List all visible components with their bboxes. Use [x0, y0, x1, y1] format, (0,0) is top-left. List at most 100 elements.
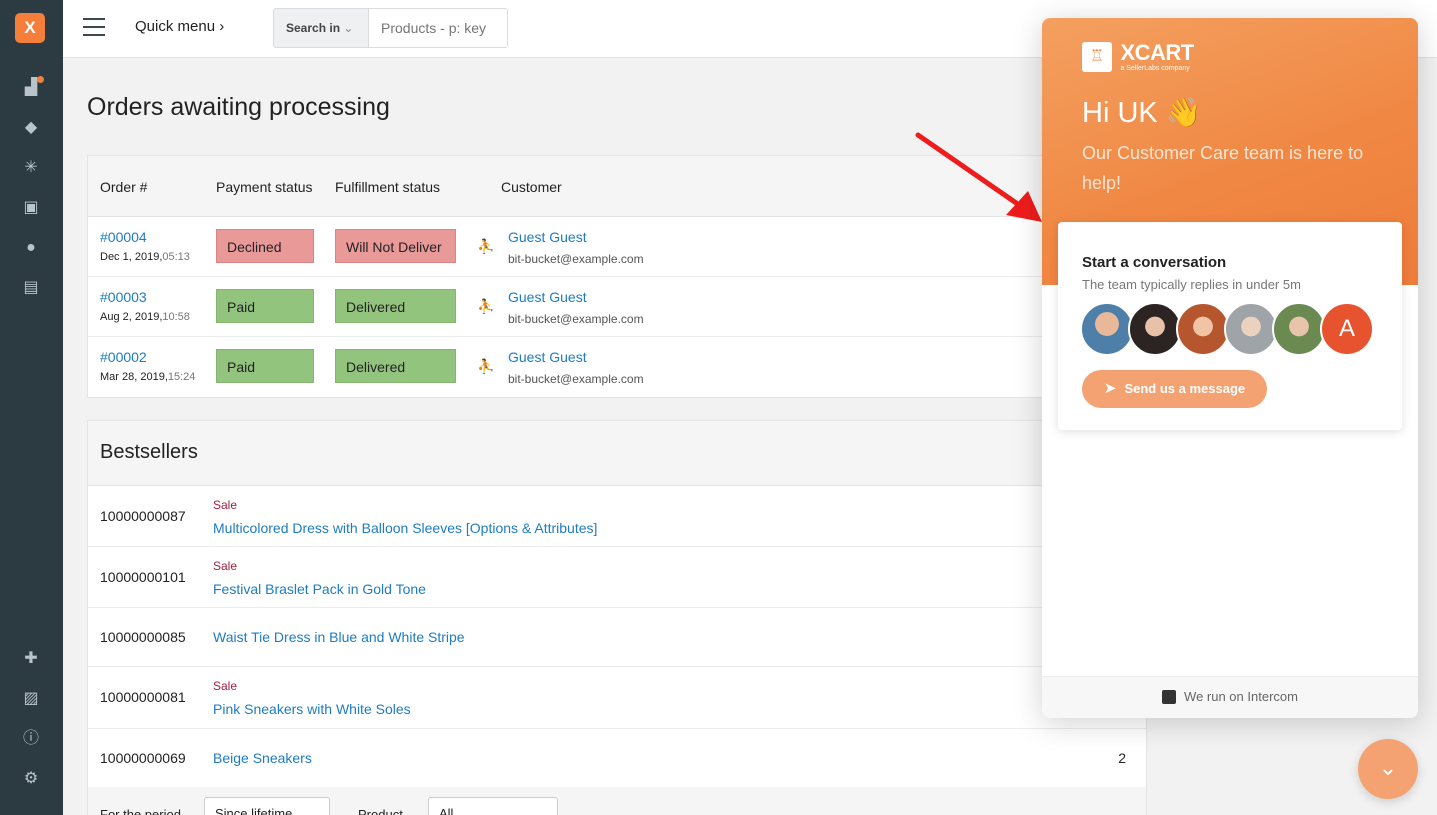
hamburger-menu-icon[interactable] — [83, 18, 105, 36]
send-icon: ➤ — [1103, 380, 1117, 397]
order-number-link[interactable]: #00004 — [100, 229, 147, 245]
product-sku: 10000000101 — [100, 569, 186, 585]
bestsellers-filters: For the period Since lifetime Product Al… — [88, 787, 1146, 815]
order-row: #00003 Aug 2, 2019,10:58 Paid Delivered … — [88, 277, 1146, 337]
order-date: Dec 1, 2019,05:13 — [100, 251, 190, 263]
product-label: Product — [358, 807, 403, 815]
payment-status-badge[interactable]: Paid — [216, 349, 314, 383]
intercom-footer-label: We run on Intercom — [1184, 689, 1298, 704]
product-name-link[interactable]: Pink Sneakers with White Soles — [213, 701, 411, 717]
product-name-link[interactable]: Multicolored Dress with Balloon Sleeves … — [213, 520, 597, 536]
fulfillment-status-badge[interactable]: Delivered — [335, 349, 456, 383]
chevron-down-icon: ⌄ — [343, 21, 354, 35]
avatar — [1080, 302, 1134, 356]
column-order-number[interactable]: Order # — [100, 179, 147, 195]
order-row: #00002 Mar 28, 2019,15:24 Paid Delivered… — [88, 337, 1146, 397]
product-sku: 10000000085 — [100, 629, 186, 645]
order-number-link[interactable]: #00002 — [100, 349, 147, 365]
anonymous-user-icon: ⛹ — [477, 238, 495, 254]
gear-icon[interactable]: ⚙ — [21, 770, 41, 788]
chevron-right-icon: › — [219, 18, 225, 35]
bestseller-row: 10000000085 Waist Tie Dress in Blue and … — [88, 608, 1146, 667]
anonymous-user-icon: ⛹ — [477, 358, 495, 374]
product-sku: 10000000081 — [100, 689, 186, 705]
greeting-subtitle: Our Customer Care team is here to help! — [1082, 143, 1364, 193]
quick-menu-label: Quick menu — [135, 18, 216, 35]
search-input[interactable] — [368, 8, 508, 48]
product-select[interactable]: All — [428, 797, 558, 815]
payment-status-badge[interactable]: Paid — [216, 289, 314, 323]
chevron-down-icon: ⌄ — [1378, 755, 1398, 780]
avatar — [1128, 302, 1182, 356]
payment-status-badge[interactable]: Declined — [216, 229, 314, 263]
image-icon[interactable]: ▨ — [21, 690, 41, 708]
send-message-label: Send us a message — [1124, 381, 1246, 396]
order-date-time: 15:24 — [167, 371, 196, 383]
puzzle-icon[interactable]: ✚ — [21, 650, 41, 668]
avatar — [1176, 302, 1230, 356]
period-label: For the period — [100, 807, 181, 815]
sidebar: X ▟ ◆ ✳ ▣ ● ▤ ✚ ▨ ⓘ ⚙ — [0, 0, 63, 815]
search-in-label: Search in — [286, 21, 341, 35]
news-icon[interactable]: ▤ — [21, 279, 41, 297]
intercom-footer[interactable]: We run on Intercom — [1042, 676, 1418, 718]
brand-subtitle: a SellerLabs company — [1120, 65, 1190, 72]
reply-time: The team typically replies in under 5m — [1082, 277, 1301, 292]
order-date: Aug 2, 2019,10:58 — [100, 311, 190, 323]
xcart-logo-icon: ♖ — [1082, 42, 1112, 72]
network-icon[interactable]: ✳ — [21, 159, 41, 177]
intercom-logo-icon — [1162, 689, 1177, 704]
send-message-button[interactable]: ➤ Send us a message — [1082, 370, 1267, 408]
period-select[interactable]: Since lifetime — [204, 797, 330, 815]
dashboard-icon[interactable]: ▟ — [21, 76, 44, 97]
red-arrow-annotation — [915, 132, 1042, 222]
bestsellers-title: Bestsellers — [100, 441, 198, 463]
order-date-day: Aug 2, 2019, — [100, 311, 163, 323]
product-name-link[interactable]: Festival Braslet Pack in Gold Tone — [213, 581, 426, 597]
customer-email: bit-bucket@example.com — [508, 252, 644, 266]
order-date-day: Mar 28, 2019, — [100, 371, 168, 383]
xcart-logo[interactable]: X — [15, 13, 45, 43]
order-date-time: 10:58 — [162, 311, 190, 323]
fulfillment-status-badge[interactable]: Delivered — [335, 289, 456, 323]
customer-name-link[interactable]: Guest Guest — [508, 289, 587, 305]
bestseller-row: 10000000087 Sale Multicolored Dress with… — [88, 486, 1146, 547]
customer-email: bit-bucket@example.com — [508, 372, 644, 386]
column-payment-status[interactable]: Payment status — [216, 179, 313, 195]
product-sku: 10000000069 — [100, 750, 186, 766]
customer-name-link[interactable]: Guest Guest — [508, 349, 587, 365]
bestsellers-header: Bestsellers — [88, 421, 1146, 486]
search-in-dropdown[interactable]: Search in ⌄ — [273, 8, 369, 48]
avatar — [1272, 302, 1326, 356]
bestseller-row: 10000000081 Sale Pink Sneakers with Whit… — [88, 667, 1146, 729]
product-name-link[interactable]: Beige Sneakers — [213, 750, 312, 766]
customer-name-link[interactable]: Guest Guest — [508, 229, 587, 245]
bestsellers-panel: Bestsellers 10000000087 Sale Multicolore… — [87, 420, 1147, 815]
order-number-link[interactable]: #00003 — [100, 289, 147, 305]
page-title: Orders awaiting processing — [87, 93, 390, 121]
start-conversation-card: Start a conversation The team typically … — [1058, 222, 1402, 430]
notification-dot — [37, 76, 44, 83]
fulfillment-status-badge[interactable]: Will Not Deliver — [335, 229, 456, 263]
avatar — [1224, 302, 1278, 356]
avatar-letter: A — [1320, 302, 1374, 356]
xcart-brand-logo: ♖ XCART a SellerLabs company — [1082, 42, 1194, 73]
info-icon[interactable]: ⓘ — [21, 730, 41, 748]
bestseller-row: 10000000069 Beige Sneakers 2 — [88, 729, 1146, 788]
brand-name: XCART — [1120, 40, 1194, 65]
column-fulfillment-status[interactable]: Fulfillment status — [335, 179, 440, 195]
greeting: Hi UK 👋 — [1082, 97, 1202, 129]
intercom-messenger: ♖ XCART a SellerLabs company Hi UK 👋 Our… — [1042, 18, 1418, 718]
bestseller-row: 10000000101 Sale Festival Braslet Pack i… — [88, 547, 1146, 608]
users-icon[interactable]: ● — [21, 239, 41, 257]
quick-menu-button[interactable]: Quick menu › — [135, 18, 224, 35]
product-name-link[interactable]: Waist Tie Dress in Blue and White Stripe — [213, 629, 465, 645]
card-title: Start a conversation — [1082, 254, 1227, 271]
messenger-launcher-button[interactable]: ⌄ — [1358, 739, 1418, 799]
sale-label: Sale — [213, 679, 238, 693]
product-quantity: 2 — [1118, 750, 1126, 766]
column-customer[interactable]: Customer — [501, 179, 562, 195]
gift-icon[interactable]: ▣ — [21, 199, 41, 217]
order-date: Mar 28, 2019,15:24 — [100, 371, 195, 383]
tag-icon[interactable]: ◆ — [21, 119, 41, 137]
